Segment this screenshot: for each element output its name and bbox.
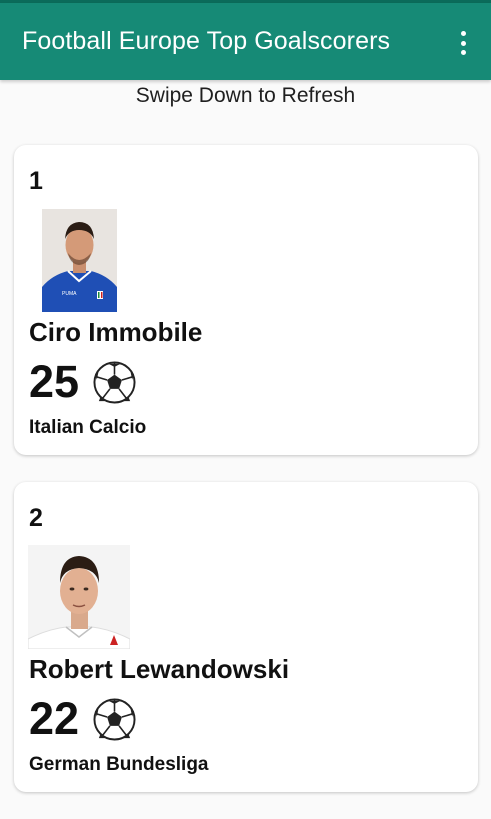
app-title: Football Europe Top Goalscorers bbox=[22, 27, 391, 55]
svg-text:PUMA: PUMA bbox=[62, 291, 77, 297]
scorer-list[interactable]: 1 PUMA Ciro Immobile 25 Italian Calcio 2… bbox=[14, 145, 478, 819]
goals-row: 22 bbox=[29, 694, 136, 744]
app-bar: Football Europe Top Goalscorers bbox=[0, 3, 491, 80]
rank-number: 2 bbox=[29, 504, 43, 532]
goals-count: 25 bbox=[29, 356, 80, 407]
more-vert-icon[interactable] bbox=[451, 27, 475, 59]
rank-number: 1 bbox=[29, 167, 43, 195]
goals-count: 22 bbox=[29, 693, 80, 744]
refresh-hint: Swipe Down to Refresh bbox=[135, 84, 356, 107]
player-name: Ciro Immobile bbox=[29, 317, 203, 347]
scorer-card[interactable]: 2 Robert Lewandowski 22 German Bundeslig… bbox=[14, 482, 478, 792]
soccer-ball-icon bbox=[93, 360, 136, 404]
player-photo: PUMA bbox=[42, 209, 117, 312]
league-name: German Bundesliga bbox=[29, 754, 209, 775]
league-name: Italian Calcio bbox=[29, 417, 147, 438]
player-photo bbox=[28, 545, 130, 649]
player-name: Robert Lewandowski bbox=[29, 654, 290, 684]
scorer-card[interactable]: 1 PUMA Ciro Immobile 25 Italian Calcio bbox=[14, 145, 478, 455]
goals-row: 25 bbox=[29, 357, 136, 407]
soccer-ball-icon bbox=[93, 697, 136, 741]
